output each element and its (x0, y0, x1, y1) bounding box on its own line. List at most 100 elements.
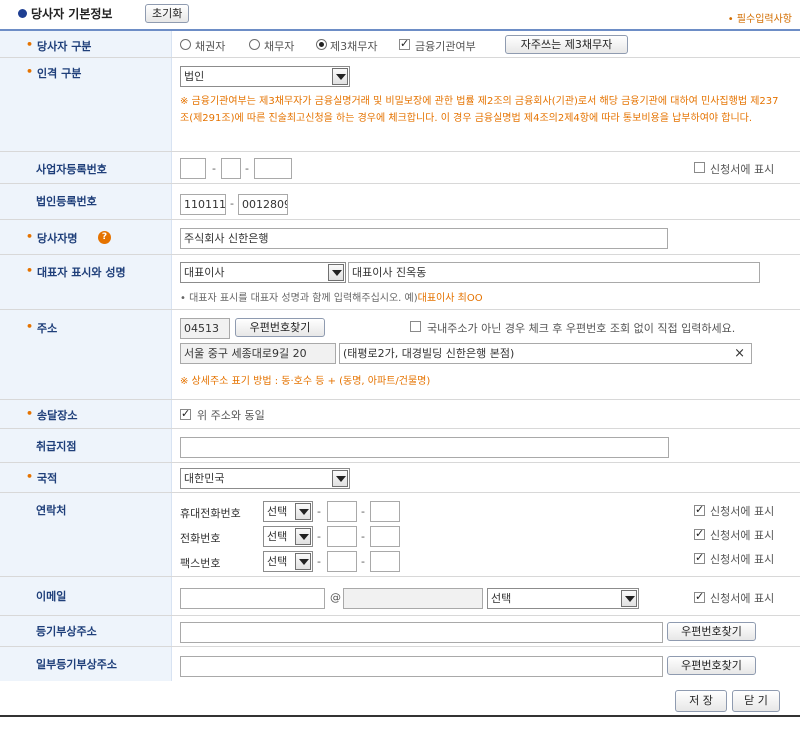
email-local-input[interactable] (180, 588, 325, 609)
phone-middle-input[interactable] (327, 526, 357, 547)
chevron-down-icon (295, 553, 311, 570)
blue-dot-icon (18, 9, 27, 18)
close-icon[interactable]: × (734, 344, 745, 363)
section-header: 당사자 기본정보 초기화 • 필수입력사항 (0, 0, 800, 30)
chevron-down-icon (332, 470, 348, 487)
save-button[interactable]: 저 장 (675, 690, 727, 712)
email-domain-select[interactable]: 선택 (487, 588, 639, 609)
party-name-input[interactable]: 주식회사 신한은행 (180, 228, 668, 249)
party-type-row: • 당사자 구분 채권자 채무자 제3채무자 금융기관여부 자주쓰는 제3채무자 (0, 31, 800, 58)
section-title: 당사자 기본정보 (31, 7, 113, 21)
fax-prefix-select[interactable]: 선택 (263, 551, 313, 572)
postcode-search-button[interactable]: 우편번호찾기 (235, 318, 325, 337)
radio-third-debtor-label: 제3채무자 (330, 40, 378, 53)
contact-label: 연락처 (36, 504, 67, 517)
partial-registry-address-label: 일부등기부상주소 (36, 658, 117, 671)
email-show-checkbox[interactable] (694, 590, 705, 603)
postcode-input[interactable]: 04513 (180, 318, 230, 339)
radio-creditor-label: 채권자 (195, 40, 226, 53)
business-reg-part3[interactable] (254, 158, 292, 179)
representative-title-select[interactable]: 대표이사 (180, 262, 346, 283)
phone-show-checkbox[interactable] (694, 527, 705, 540)
bottom-divider (0, 715, 800, 717)
mobile-show-label: 신청서에 표시 (710, 505, 775, 518)
corp-reg-row: 법인등록번호 110111 - 0012809 (0, 184, 800, 220)
personality-note: ※ 금융기관여부는 제3채무자가 금융실명거래 및 비밀보장에 관한 법률 제2… (180, 96, 779, 124)
email-label: 이메일 (36, 590, 67, 603)
delivery-row: • 송달장소 위 주소와 동일 (0, 400, 800, 429)
fax-show-checkbox[interactable] (694, 551, 705, 564)
chevron-down-icon (328, 264, 344, 281)
foreign-address-label: 국내주소가 아닌 경우 체크 후 우편번호 조회 없이 직접 입력하세요. (427, 322, 736, 335)
star-icon: • (26, 65, 34, 78)
financial-institution-checkbox[interactable] (399, 37, 410, 50)
phone-label: 전화번호 (180, 532, 221, 545)
email-at: @ (330, 591, 341, 604)
corp-reg-part1[interactable]: 110111 (180, 194, 226, 215)
business-reg-label: 사업자등록번호 (36, 163, 107, 176)
star-icon: • (26, 320, 34, 333)
radio-debtor-label: 채무자 (264, 40, 295, 53)
registry-postcode-button[interactable]: 우편번호찾기 (667, 622, 756, 641)
branch-label: 취급지점 (36, 440, 77, 453)
star-icon: • (26, 264, 34, 277)
chevron-down-icon (295, 503, 311, 520)
business-reg-show-checkbox[interactable] (694, 162, 705, 173)
phone-prefix-select[interactable]: 선택 (263, 526, 313, 547)
mobile-show-checkbox[interactable] (694, 503, 705, 516)
contact-row: 연락처 휴대전화번호 선택 - - 신청서에 표시 전화번호 선택 - - 신청… (0, 493, 800, 577)
foreign-address-checkbox[interactable] (410, 321, 421, 332)
representative-name-input[interactable]: 대표이사 진옥동 (348, 262, 760, 283)
required-note: • 필수입력사항 (727, 14, 792, 25)
road-address-input[interactable]: 서울 중구 세종대로9길 20 (180, 343, 336, 364)
financial-institution-label: 금융기관여부 (415, 40, 476, 53)
address-row: • 주소 04513 우편번호찾기 국내주소가 아닌 경우 체크 후 우편번호 … (0, 310, 800, 400)
partial-registry-address-row: 일부등기부상주소 우편번호찾기 (0, 647, 800, 681)
party-name-row: • 당사자명 ? 주식회사 신한은행 (0, 220, 800, 255)
frequent-third-debtor-button[interactable]: 자주쓰는 제3채무자 (505, 35, 628, 54)
question-icon[interactable]: ? (98, 231, 111, 244)
personality-row: • 인격 구분 법인 ※ 금융기관여부는 제3채무자가 금융실명거래 및 비밀보… (0, 58, 800, 152)
phone-last-input[interactable] (370, 526, 400, 547)
nationality-row: • 국적 대한민국 (0, 463, 800, 493)
reset-button[interactable]: 초기화 (145, 4, 190, 23)
mobile-middle-input[interactable] (327, 501, 357, 522)
radio-debtor[interactable] (249, 39, 260, 50)
personality-select[interactable]: 법인 (180, 66, 350, 87)
star-icon: • (26, 470, 34, 483)
detail-address-input[interactable]: (태평로2가, 대경빌딩 신한은행 본점) × (339, 343, 752, 364)
business-reg-row: 사업자등록번호 - - 신청서에 표시 (0, 152, 800, 184)
close-button[interactable]: 닫 기 (732, 690, 780, 712)
email-row: 이메일 @ 선택 신청서에 표시 (0, 577, 800, 616)
same-address-checkbox[interactable] (180, 407, 191, 420)
star-icon: • (26, 407, 34, 420)
star-icon: • (26, 230, 34, 243)
fax-last-input[interactable] (370, 551, 400, 572)
partial-registry-postcode-button[interactable]: 우편번호찾기 (667, 656, 756, 675)
radio-creditor[interactable] (180, 39, 191, 50)
branch-input[interactable] (180, 437, 669, 458)
corp-reg-part2[interactable]: 0012809 (238, 194, 288, 215)
representative-row: • 대표자 표시와 성명 대표이사 대표이사 진옥동 • 대표자 표시를 대표자… (0, 255, 800, 310)
fax-label: 팩스번호 (180, 557, 221, 570)
party-type-label: 당사자 구분 (37, 40, 92, 53)
phone-show-label: 신청서에 표시 (710, 529, 775, 542)
registry-address-row: 등기부상주소 우편번호찾기 (0, 616, 800, 647)
business-reg-part1[interactable] (180, 158, 206, 179)
fax-show-label: 신청서에 표시 (710, 553, 775, 566)
nationality-select[interactable]: 대한민국 (180, 468, 350, 489)
branch-row: 취급지점 (0, 429, 800, 463)
star-icon: • (26, 38, 34, 51)
fax-middle-input[interactable] (327, 551, 357, 572)
personality-label: 인격 구분 (37, 67, 82, 80)
registry-address-input[interactable] (180, 622, 663, 643)
mobile-prefix-select[interactable]: 선택 (263, 501, 313, 522)
email-domain-input[interactable] (343, 588, 483, 609)
business-reg-part2[interactable] (221, 158, 241, 179)
radio-third-debtor[interactable] (316, 39, 327, 50)
business-reg-show-label: 신청서에 표시 (710, 163, 775, 176)
mobile-last-input[interactable] (370, 501, 400, 522)
delivery-label: 송달장소 (37, 409, 78, 422)
corp-reg-label: 법인등록번호 (36, 195, 97, 208)
partial-registry-address-input[interactable] (180, 656, 663, 677)
